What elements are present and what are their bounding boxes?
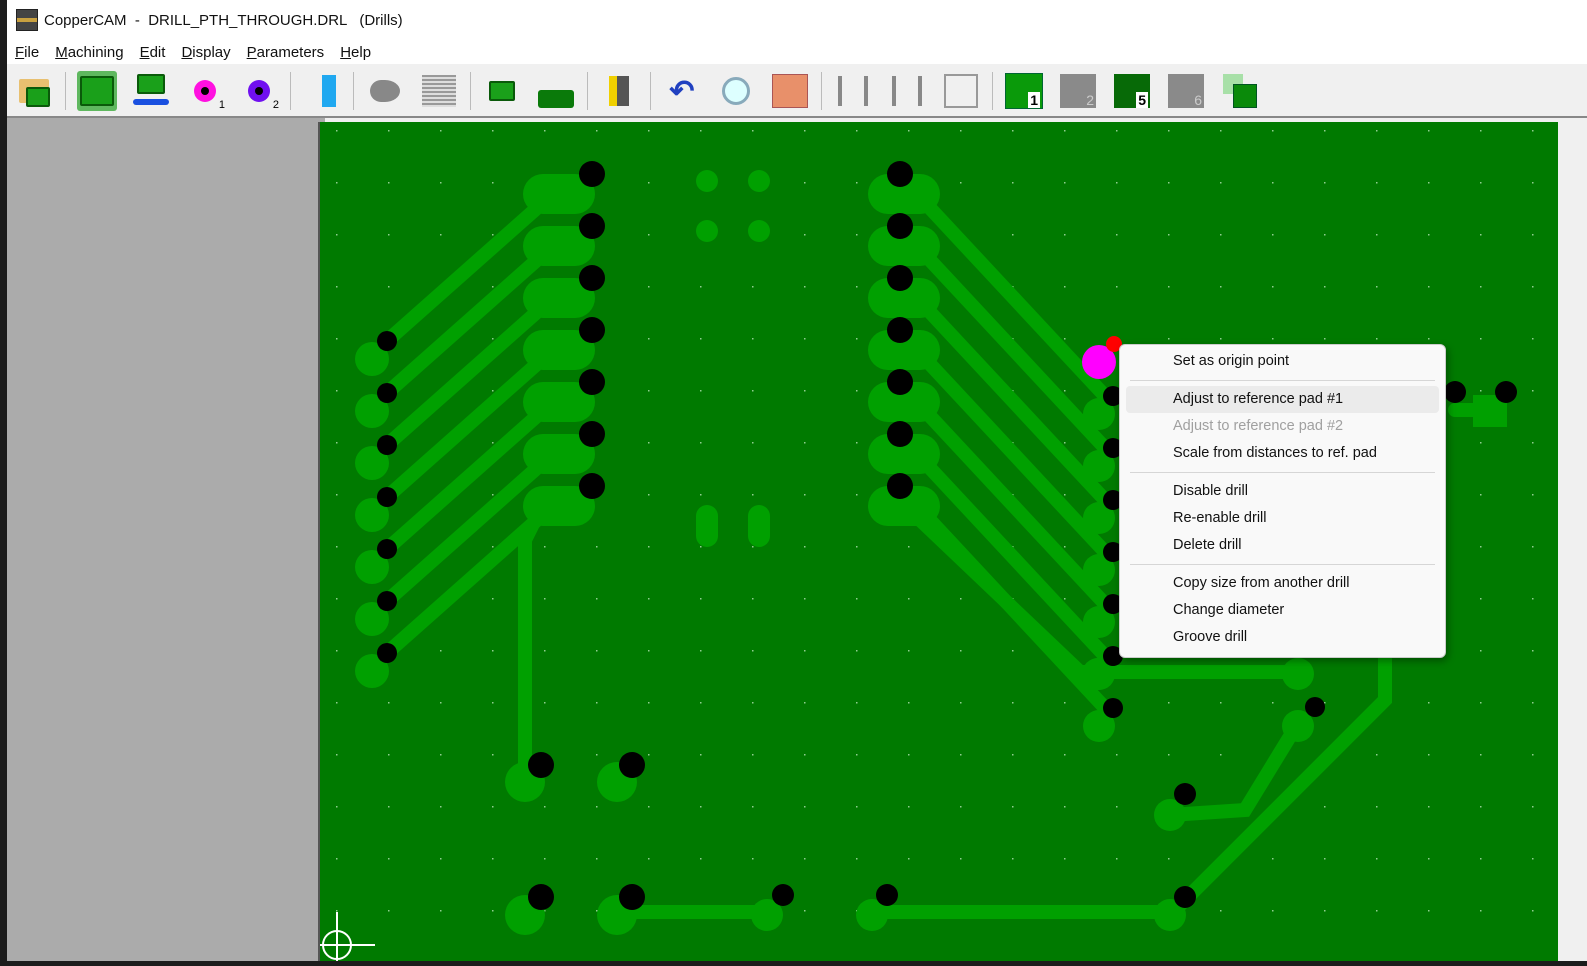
board-icon[interactable] [77,71,117,111]
layer-1-icon[interactable]: 1 [1004,71,1044,111]
side-panel [7,118,325,961]
reference-pad-2-icon[interactable]: 2 [239,71,279,111]
menu-item-delete-drill[interactable]: Delete drill [1126,532,1439,559]
toolbar: 1 2 ↶ 1 2 5 6 [7,66,1587,118]
drill-hole[interactable] [887,213,913,239]
window-title: CopperCAM - DRILL_PTH_THROUGH.DRL (Drill… [44,11,403,29]
drill-hole[interactable] [887,265,913,291]
tracks-3-icon[interactable] [941,71,981,111]
isolation-contour-icon[interactable] [365,71,405,111]
menu-bar: File Machining Edit Display Parameters H… [7,40,1587,64]
mill-board-icon[interactable] [536,71,576,111]
menu-item-copy-size[interactable]: Copy size from another drill [1126,570,1439,597]
layer-5-drills-icon[interactable]: 5 [1112,71,1152,111]
zoom-icon[interactable] [716,71,756,111]
drill-hole[interactable] [579,421,605,447]
menu-item-re-enable-drill[interactable]: Re-enable drill [1126,505,1439,532]
drill-hole[interactable] [377,591,397,611]
title-bar: CopperCAM - DRILL_PTH_THROUGH.DRL (Drill… [7,0,1587,40]
drill-hole[interactable] [887,317,913,343]
menu-item-adjust-ref-pad-1[interactable]: Adjust to reference pad #1 [1126,386,1439,413]
drill-hole[interactable] [579,161,605,187]
drill-hole[interactable] [377,487,397,507]
tracks-2-icon[interactable] [887,71,927,111]
track-select-icon[interactable] [302,71,342,111]
context-menu: Set as origin point Adjust to reference … [1119,344,1446,658]
hatching-icon[interactable] [419,71,459,111]
menu-separator [1130,564,1435,565]
layer-6-icon[interactable]: 6 [1166,71,1206,111]
drill-hole[interactable] [579,317,605,343]
copper-layer-icon[interactable] [770,71,810,111]
menu-item-groove-drill[interactable]: Groove drill [1126,624,1439,651]
drill-hole[interactable] [579,473,605,499]
menu-parameters[interactable]: Parameters [247,44,325,61]
reference-pad-1-icon[interactable]: 1 [185,71,225,111]
menu-file[interactable]: File [15,44,39,61]
menu-item-change-diameter[interactable]: Change diameter [1126,597,1439,624]
menu-display[interactable]: Display [181,44,230,61]
undo-icon[interactable]: ↶ [662,71,702,111]
engrave-icon[interactable] [599,71,639,111]
menu-edit[interactable]: Edit [140,44,166,61]
drill-hole[interactable] [377,643,397,663]
menu-item-scale-from-distances[interactable]: Scale from distances to ref. pad [1126,440,1439,467]
drill-hole[interactable] [887,421,913,447]
tracks-1-icon[interactable] [833,71,873,111]
menu-machining[interactable]: Machining [55,44,123,61]
drill-hole[interactable] [887,369,913,395]
drill-hole[interactable] [887,161,913,187]
menu-separator [1130,472,1435,473]
mirror-icon[interactable] [131,71,171,111]
drill-hole[interactable] [377,539,397,559]
drill-hole[interactable] [579,369,605,395]
drill-hole[interactable] [1103,698,1123,718]
drill-hole[interactable] [887,473,913,499]
coppercam-logo-icon [16,9,38,31]
menu-item-set-origin[interactable]: Set as origin point [1126,348,1439,375]
drill-hole[interactable] [377,331,397,351]
drill-hole[interactable] [579,265,605,291]
menu-item-adjust-ref-pad-2: Adjust to reference pad #2 [1173,418,1344,434]
panelize-icon[interactable] [1220,71,1260,111]
menu-item-disable-drill[interactable]: Disable drill [1126,478,1439,505]
menu-help[interactable]: Help [340,44,371,61]
drill-board-icon[interactable] [482,71,522,111]
drill-hole[interactable] [377,435,397,455]
drill-hole[interactable] [579,213,605,239]
layer-2-icon[interactable]: 2 [1058,71,1098,111]
open-file-icon[interactable] [14,71,54,111]
menu-separator [1130,380,1435,381]
drill-hole[interactable] [377,383,397,403]
